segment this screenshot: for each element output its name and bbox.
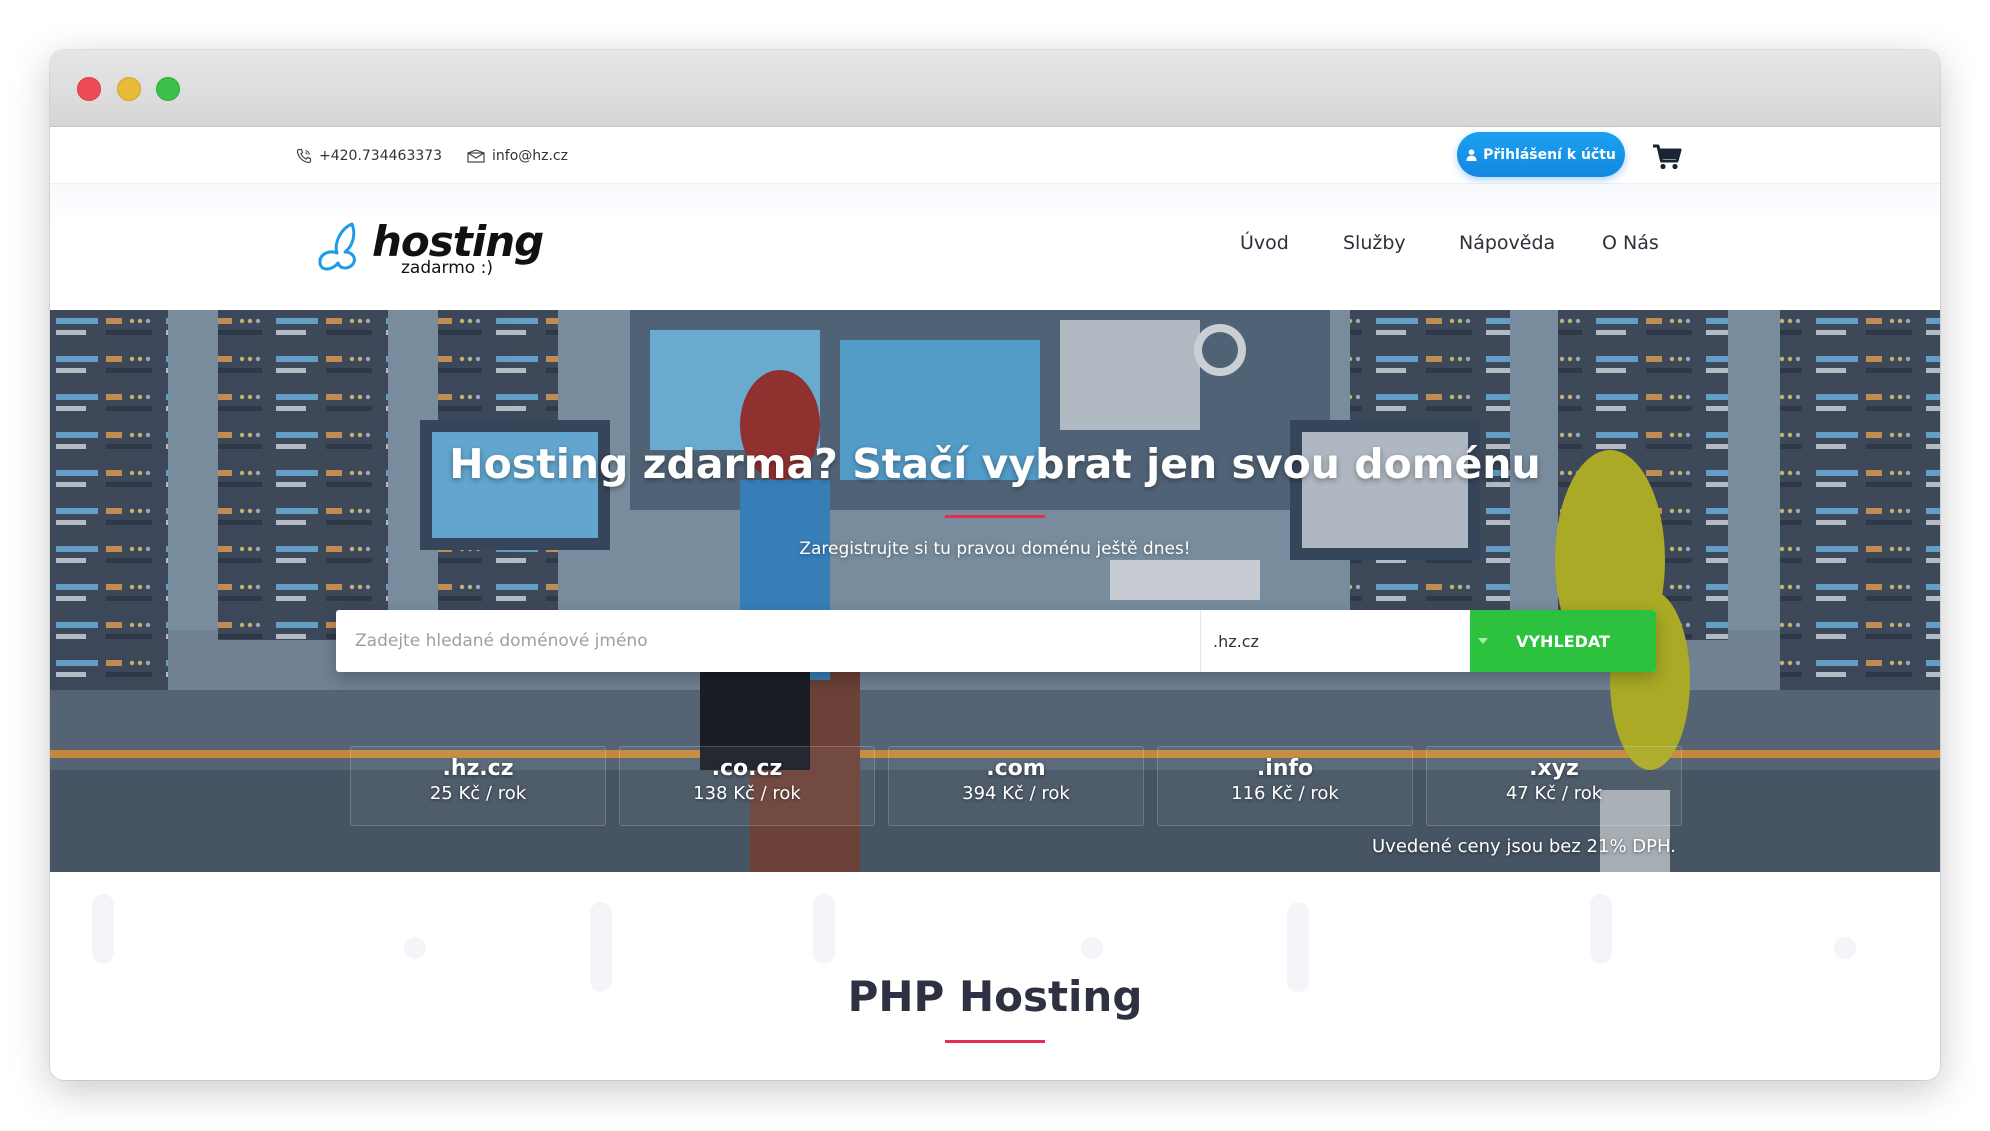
window-titlebar	[50, 50, 1940, 127]
price-value: 25 Kč / rok	[429, 783, 527, 804]
hero-banner: Hosting zdarma? Stačí vybrat jen svou do…	[50, 310, 1940, 872]
price-value: 116 Kč / rok	[1231, 783, 1339, 804]
cart-icon[interactable]	[1652, 143, 1682, 171]
domain-search-input[interactable]	[336, 610, 1200, 672]
price-tld: .info	[1256, 756, 1314, 781]
hero-title: Hosting zdarma? Stačí vybrat jen svou do…	[449, 440, 1541, 488]
search-button-label: VYHLEDAT	[1516, 631, 1610, 651]
nav-item-napoveda[interactable]: Nápověda	[1459, 232, 1555, 254]
login-button-label: Přihlášení k účtu	[1483, 146, 1616, 163]
chevron-down-icon	[1478, 638, 1488, 644]
phone-contact[interactable]: +420.734463373	[296, 127, 442, 184]
price-tld: .hz.cz	[442, 756, 514, 781]
section-title: PHP Hosting	[847, 972, 1143, 1021]
price-box-com: .com 394 Kč / rok	[888, 746, 1144, 826]
vat-note: Uvedené ceny jsou bez 21% DPH.	[1372, 836, 1676, 857]
tld-select-value: .hz.cz	[1213, 631, 1259, 651]
price-value: 47 Kč / rok	[1505, 783, 1603, 804]
price-box-hz-cz: .hz.cz 25 Kč / rok	[350, 746, 606, 826]
hero-title-underline	[945, 515, 1045, 518]
section-title-underline	[945, 1040, 1045, 1043]
butterfly-logo-icon	[318, 222, 356, 271]
nav-item-sluzby[interactable]: Služby	[1343, 232, 1406, 254]
minimize-window-button[interactable]	[117, 77, 141, 101]
price-box-info: .info 116 Kč / rok	[1157, 746, 1413, 826]
price-box-xyz: .xyz 47 Kč / rok	[1426, 746, 1682, 826]
close-window-button[interactable]	[77, 77, 101, 101]
tld-select[interactable]: .hz.cz	[1200, 610, 1470, 672]
hero-subtitle: Zaregistrujte si tu pravou doménu ještě …	[799, 539, 1191, 559]
email-contact[interactable]: info@hz.cz	[467, 127, 568, 184]
site-logo[interactable]: hosting zadarmo :)	[315, 220, 545, 280]
price-value: 138 Kč / rok	[693, 783, 801, 804]
price-value: 394 Kč / rok	[962, 783, 1070, 804]
login-button[interactable]: Přihlášení k účtu	[1457, 132, 1625, 177]
price-tld: .co.cz	[711, 756, 783, 781]
logo-tagline: zadarmo :)	[401, 258, 493, 278]
maximize-window-button[interactable]	[156, 77, 180, 101]
main-navbar: hosting zadarmo :) Úvod Služby Nápověda …	[50, 184, 1940, 310]
envelope-icon	[467, 148, 485, 163]
price-tld: .com	[986, 756, 1046, 781]
browser-window: +420.734463373 info@hz.cz Přihlášení k ú…	[50, 50, 1940, 1080]
phone-number: +420.734463373	[319, 147, 443, 164]
email-address: info@hz.cz	[492, 147, 568, 164]
phone-icon	[296, 148, 312, 163]
price-tld: .xyz	[1529, 756, 1579, 781]
nav-item-uvod[interactable]: Úvod	[1240, 232, 1289, 254]
user-icon	[1466, 148, 1477, 161]
php-hosting-section: PHP Hosting	[50, 872, 1940, 1080]
search-button[interactable]: VYHLEDAT	[1470, 610, 1656, 672]
nav-item-o-nas[interactable]: O Nás	[1602, 232, 1659, 254]
top-bar: +420.734463373 info@hz.cz Přihlášení k ú…	[50, 127, 1940, 184]
price-box-co-cz: .co.cz 138 Kč / rok	[619, 746, 875, 826]
domain-search-form: .hz.cz VYHLEDAT	[336, 610, 1656, 672]
